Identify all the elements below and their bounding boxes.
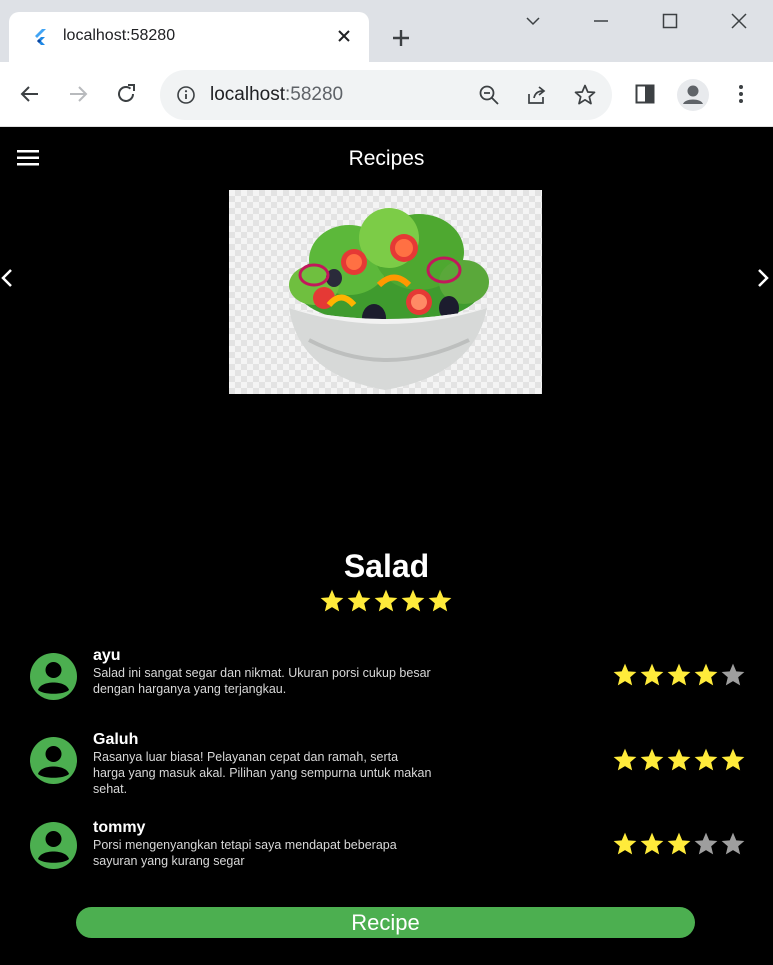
- star-filled-icon: [374, 589, 398, 612]
- salad-image: [229, 190, 542, 394]
- chevron-down-icon: [526, 17, 540, 26]
- star-filled-icon: [613, 832, 637, 855]
- browser-tab-bar: localhost:58280: [0, 0, 773, 62]
- new-tab-icon[interactable]: [389, 26, 413, 50]
- tab-title: localhost:58280: [63, 27, 176, 44]
- star-empty-icon: [694, 832, 718, 855]
- browser-toolbar: localhost:58280: [0, 62, 773, 127]
- reviewer-name: tommy: [93, 819, 146, 836]
- side-panel-button[interactable]: [631, 80, 659, 108]
- star-filled-icon: [667, 663, 691, 686]
- close-window-button[interactable]: [719, 8, 759, 34]
- review-text: Salad ini sangat segar dan nikmat. Ukura…: [93, 666, 431, 696]
- user-avatar-icon: [30, 822, 77, 869]
- star-filled-icon: [613, 663, 637, 686]
- kebab-menu-icon: [739, 85, 743, 103]
- user-avatar-icon: [30, 737, 77, 784]
- side-panel-icon: [635, 84, 655, 104]
- star-filled-icon: [667, 748, 691, 771]
- star-filled-icon: [320, 589, 344, 612]
- forward-button[interactable]: [64, 80, 92, 108]
- star-filled-icon: [347, 589, 371, 612]
- profile-button[interactable]: [676, 78, 710, 112]
- star-filled-icon: [401, 589, 425, 612]
- review-item: Galuh Rasanya luar biasa! Pelayanan cepa…: [30, 731, 750, 797]
- star-filled-icon: [694, 748, 718, 771]
- review-item: ayu Salad ini sangat segar dan nikmat. U…: [30, 647, 750, 707]
- minimize-icon: [594, 20, 608, 22]
- star-filled-icon: [428, 589, 452, 612]
- maximize-icon: [662, 13, 678, 29]
- reload-button[interactable]: [112, 80, 140, 108]
- recipe-button[interactable]: Recipe: [76, 907, 695, 938]
- recipe-rating: [319, 588, 453, 614]
- flutter-icon: [35, 29, 46, 45]
- star-empty-icon: [721, 663, 745, 686]
- review-rating: [612, 831, 746, 857]
- star-filled-icon: [721, 748, 745, 771]
- url-text[interactable]: localhost:58280: [210, 84, 343, 106]
- url-host: localhost: [210, 84, 285, 105]
- bookmark-star-icon[interactable]: [573, 83, 597, 107]
- review-rating: [612, 747, 746, 773]
- review-text: Porsi mengenyangkan tetapi saya mendapat…: [93, 838, 397, 868]
- menu-button[interactable]: [727, 80, 755, 108]
- info-icon[interactable]: [176, 85, 196, 105]
- chevron-right-icon[interactable]: [756, 267, 770, 289]
- star-filled-icon: [694, 663, 718, 686]
- star-filled-icon: [667, 832, 691, 855]
- profile-icon: [677, 79, 709, 111]
- zoom-out-icon[interactable]: [478, 84, 500, 106]
- star-filled-icon: [613, 748, 637, 771]
- close-tab-icon[interactable]: [335, 27, 353, 45]
- chevron-left-icon[interactable]: [0, 267, 14, 289]
- star-filled-icon: [640, 748, 664, 771]
- reviewer-name: Galuh: [93, 731, 139, 748]
- salad-bowl-illustration: [289, 208, 489, 390]
- tab-search-button[interactable]: [513, 8, 553, 34]
- star-empty-icon: [721, 832, 745, 855]
- browser-tab[interactable]: localhost:58280: [9, 12, 369, 62]
- star-filled-icon: [640, 663, 664, 686]
- close-icon: [731, 13, 747, 29]
- maximize-button[interactable]: [650, 8, 690, 34]
- back-button[interactable]: [16, 80, 44, 108]
- reviewer-name: ayu: [93, 647, 121, 664]
- star-filled-icon: [640, 832, 664, 855]
- arrow-right-icon: [70, 86, 88, 102]
- recipe-name: Salad: [343, 548, 430, 584]
- address-bar[interactable]: localhost:58280: [160, 70, 612, 120]
- review-rating: [612, 662, 746, 688]
- minimize-button[interactable]: [581, 8, 621, 34]
- app-screen: Recipes Salad ayu Salad ini sangat segar…: [0, 127, 773, 965]
- arrow-left-icon: [20, 86, 38, 102]
- url-port: :58280: [285, 84, 344, 105]
- page-title: Recipes: [348, 147, 425, 170]
- user-avatar-icon: [30, 653, 77, 700]
- review-item: tommy Porsi mengenyangkan tetapi saya me…: [30, 819, 750, 879]
- review-text: Rasanya luar biasa! Pelayanan cepat dan …: [93, 750, 432, 796]
- reload-icon: [118, 84, 135, 102]
- share-icon[interactable]: [526, 84, 548, 106]
